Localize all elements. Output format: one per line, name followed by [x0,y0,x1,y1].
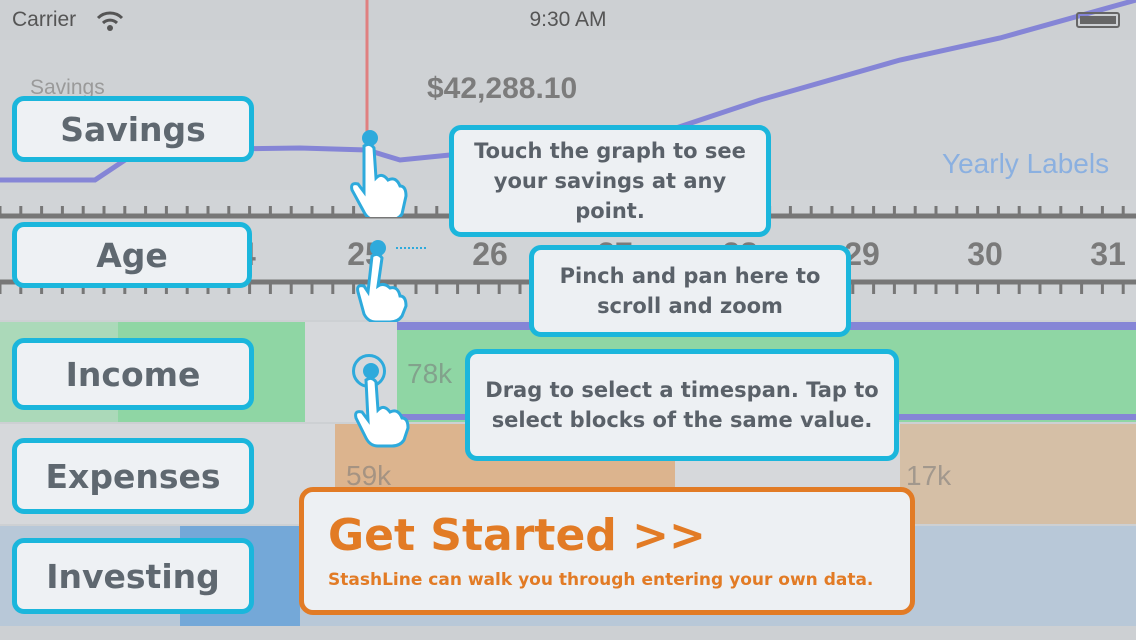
age-tick-label: 30 [967,236,1003,272]
get-started-title: Get Started >> [328,510,706,561]
hand-pointer-icon [354,376,410,448]
yearly-labels-toggle[interactable]: Yearly Labels [942,148,1109,180]
status-time: 9:30 AM [529,8,607,31]
pinch-pan-tip: Pinch and pan here to scroll and zoom [529,245,851,337]
expenses-block-value: 17k [906,460,952,491]
status-bar: Carrier 9:30 AM [0,0,1136,40]
get-started-subtitle: StashLine can walk you through entering … [328,570,874,590]
hand-pointer-icon [356,252,408,322]
battery-icon [1076,12,1120,28]
balance-readout: $42,288.10 [427,72,578,105]
income-section-label[interactable]: Income [12,338,254,410]
age-section-label[interactable]: Age [12,222,252,288]
investing-section-label[interactable]: Investing [12,538,254,614]
income-block-value: 78k [407,358,453,389]
touch-graph-tip: Touch the graph to see your savings at a… [449,125,771,237]
age-tick-label: 31 [1090,236,1126,272]
age-tick-label: 26 [472,236,508,272]
drag-select-tip: Drag to select a timespan. Tap to select… [465,349,899,461]
pan-indicator [396,247,426,249]
expenses-section-label[interactable]: Expenses [12,438,254,514]
get-started-button[interactable]: Get Started >> StashLine can walk you th… [299,487,915,615]
savings-section-label[interactable]: Savings [12,96,254,162]
hand-pointer-icon [350,142,408,217]
